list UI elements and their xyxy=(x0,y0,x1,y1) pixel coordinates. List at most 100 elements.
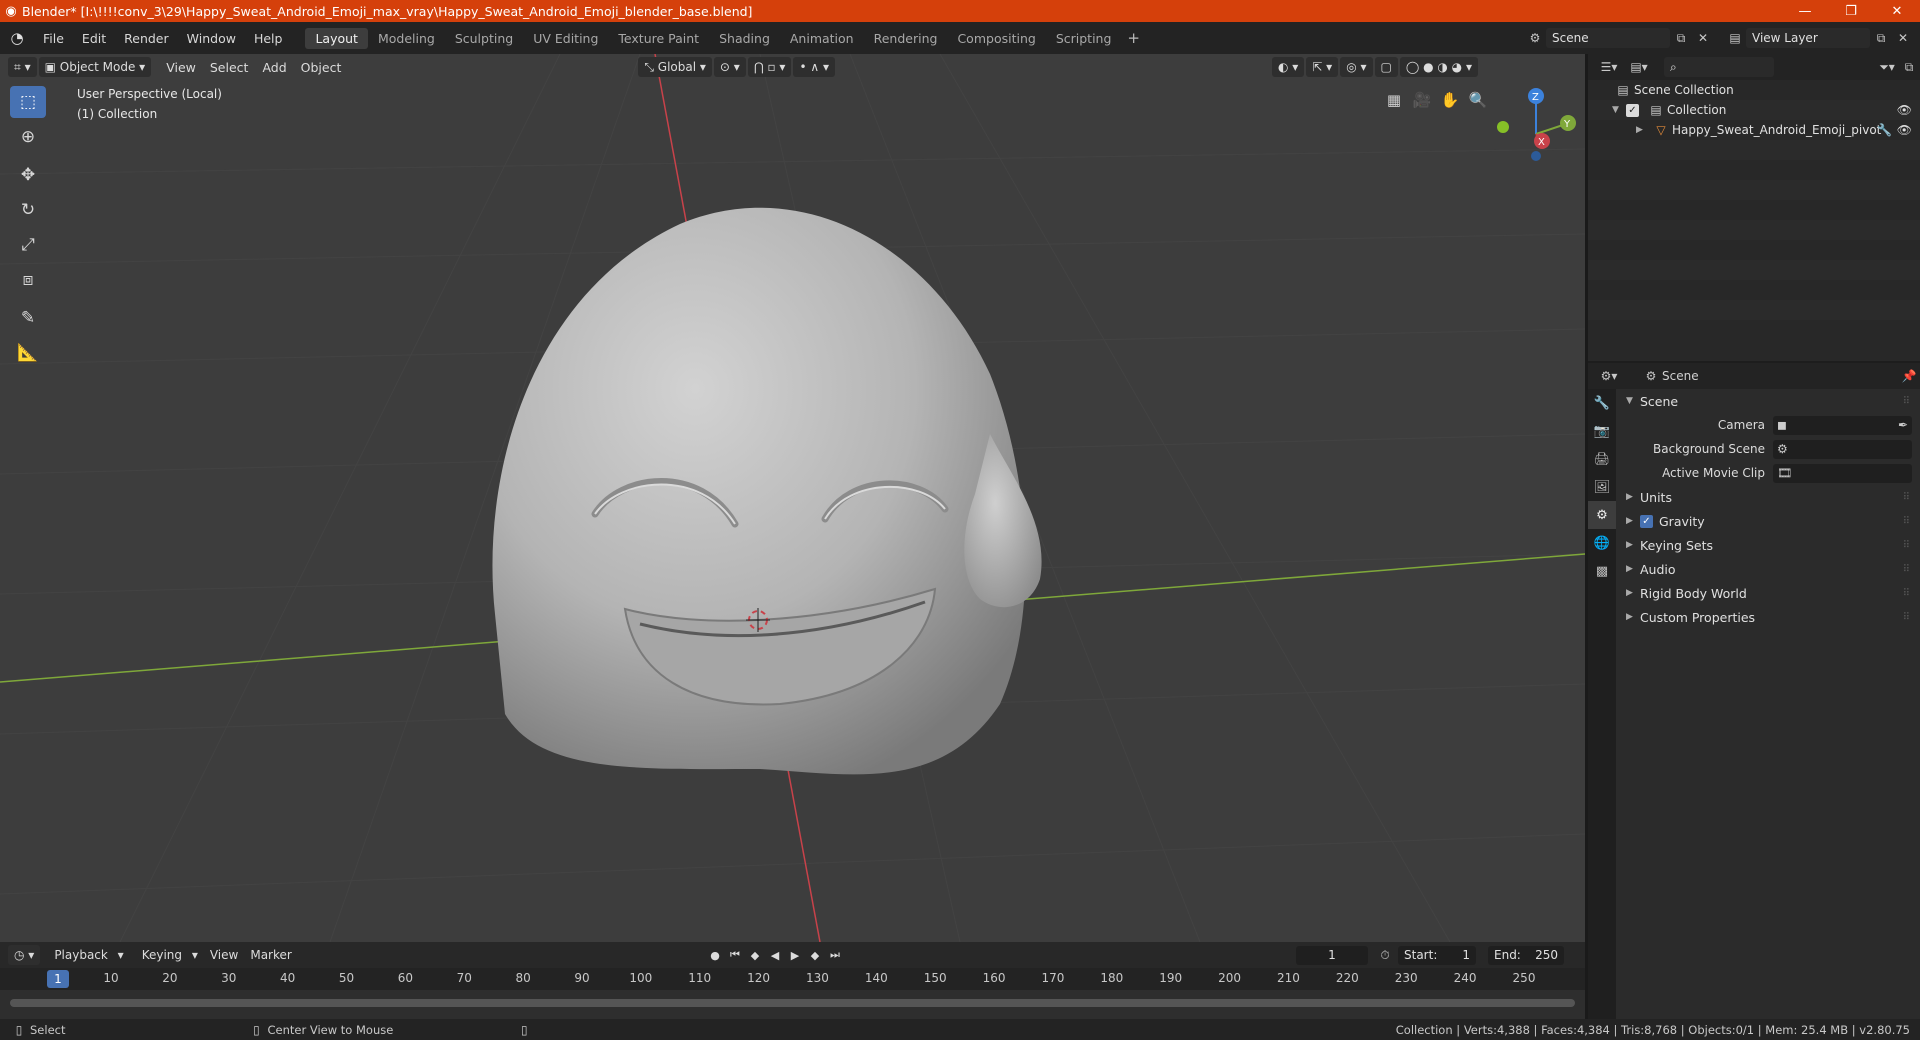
view-layer-icon[interactable]: ▤ xyxy=(1724,28,1746,48)
custom-properties-panel-header[interactable]: ▶ Custom Properties ⠿ xyxy=(1620,605,1916,629)
tab-shading[interactable]: Shading xyxy=(709,28,780,49)
new-view-layer-icon[interactable]: ⧉ xyxy=(1870,28,1892,48)
camera-view-icon[interactable]: 🎥 xyxy=(1408,87,1436,113)
menu-edit[interactable]: Edit xyxy=(73,31,115,46)
new-scene-icon[interactable]: ⧉ xyxy=(1670,28,1692,48)
pivot-point-icon[interactable]: ⊙ ▾ xyxy=(713,57,746,77)
prev-keyframe-icon[interactable]: ◆ xyxy=(745,945,765,965)
view-layer-name-field[interactable]: View Layer xyxy=(1746,28,1870,48)
stopwatch-icon[interactable]: ⏱ xyxy=(1374,945,1396,965)
grid-view-icon[interactable]: ▦ xyxy=(1380,87,1408,113)
rigid-body-world-panel-header[interactable]: ▶ Rigid Body World ⠿ xyxy=(1620,581,1916,605)
tab-animation[interactable]: Animation xyxy=(780,28,864,49)
menu-playback[interactable]: Playback ▾ xyxy=(42,948,129,962)
menu-add[interactable]: Add xyxy=(255,60,293,75)
tab-uv-editing[interactable]: UV Editing xyxy=(523,28,608,49)
properties-editor-icon[interactable]: ⚙▾ xyxy=(1598,366,1620,386)
cursor-tool-icon[interactable]: ⊕ xyxy=(10,121,46,153)
new-collection-icon[interactable]: ⧉ xyxy=(1898,57,1920,77)
tab-sculpting[interactable]: Sculpting xyxy=(445,28,523,49)
background-scene-field[interactable]: ⚙ xyxy=(1773,439,1912,459)
tab-scripting[interactable]: Scripting xyxy=(1046,28,1122,49)
units-panel-header[interactable]: ▶ Units ⠿ xyxy=(1620,485,1916,509)
drag-grip-icon[interactable]: ⠿ xyxy=(1903,492,1910,503)
measure-tool-icon[interactable]: 📐 xyxy=(10,337,46,369)
pin-icon[interactable]: 📌 xyxy=(1898,366,1920,386)
active-movie-clip-field[interactable]: 🎞 xyxy=(1773,463,1912,483)
end-frame-field[interactable]: End: 250 xyxy=(1488,946,1564,965)
annotate-tool-icon[interactable]: ✎ xyxy=(10,302,46,334)
drag-grip-icon[interactable]: ⠿ xyxy=(1903,588,1910,599)
proportional-edit-icon[interactable]: • ∧ ▾ xyxy=(793,57,835,77)
scene-tab-icon[interactable]: ⚙ xyxy=(1588,501,1616,529)
visibility-eye-icon[interactable]: 👁 xyxy=(1897,103,1912,117)
scene-icon[interactable]: ⚙ xyxy=(1524,28,1546,48)
world-tab-icon[interactable]: 🌐 xyxy=(1588,529,1616,557)
drag-grip-icon[interactable]: ⠿ xyxy=(1903,612,1910,623)
outliner-row-scene-collection[interactable]: ▤ Scene Collection xyxy=(1588,80,1920,100)
menu-window[interactable]: Window xyxy=(178,31,245,46)
filter-icon[interactable]: ⏷▾ xyxy=(1876,57,1898,77)
modifier-wrench-icon[interactable]: 🔧 xyxy=(1877,123,1892,137)
visibility-icon[interactable]: ◐ ▾ xyxy=(1271,57,1305,77)
camera-field[interactable]: ◼ ✒ xyxy=(1773,415,1912,435)
play-icon[interactable]: ▶ xyxy=(785,945,805,965)
drag-grip-icon[interactable]: ⠿ xyxy=(1903,540,1910,551)
pan-hand-icon[interactable]: ✋ xyxy=(1436,87,1464,113)
eyedropper-icon[interactable]: ✒ xyxy=(1898,418,1908,432)
view-layer-tab-icon[interactable]: 🖼 xyxy=(1588,473,1616,501)
timeline-scrollbar[interactable] xyxy=(10,999,1575,1007)
tab-layout[interactable]: Layout xyxy=(305,27,368,49)
editor-type-icon[interactable]: ⌗ ▾ xyxy=(8,57,37,77)
playhead[interactable]: 1 xyxy=(47,970,69,988)
record-icon[interactable]: ● xyxy=(705,945,725,965)
scene-panel-header[interactable]: ▼ Scene ⠿ xyxy=(1620,389,1916,413)
outliner-editor-icon[interactable]: ☰▾ xyxy=(1598,57,1620,77)
menu-help[interactable]: Help xyxy=(245,31,292,46)
gravity-checkbox[interactable]: ✓ xyxy=(1640,514,1653,528)
start-frame-field[interactable]: Start: 1 xyxy=(1398,946,1476,965)
close-button[interactable]: ✕ xyxy=(1874,4,1920,19)
tool-tab-icon[interactable]: 🔧 xyxy=(1588,389,1616,417)
drag-grip-icon[interactable]: ⠿ xyxy=(1903,516,1910,527)
gravity-panel-header[interactable]: ▶ ✓ Gravity ⠿ xyxy=(1620,509,1916,533)
menu-view[interactable]: View xyxy=(204,948,244,962)
audio-panel-header[interactable]: ▶ Audio ⠿ xyxy=(1620,557,1916,581)
menu-keying[interactable]: Keying ▾ xyxy=(130,948,204,962)
menu-file[interactable]: File xyxy=(34,31,73,46)
jump-end-icon[interactable]: ⏭ xyxy=(825,945,845,965)
tab-rendering[interactable]: Rendering xyxy=(864,28,948,49)
menu-render[interactable]: Render xyxy=(115,31,178,46)
delete-view-layer-icon[interactable]: ✕ xyxy=(1892,28,1914,48)
restore-button[interactable]: ❐ xyxy=(1828,4,1874,19)
gizmo-toggle-icon[interactable]: ⇱ ▾ xyxy=(1306,57,1339,77)
tab-texture-paint[interactable]: Texture Paint xyxy=(608,28,709,49)
3d-viewport[interactable]: Z Y X ⌗ ▾ ▣ Object Mode ▾ View Select Ad… xyxy=(0,54,1585,942)
menu-view[interactable]: View xyxy=(159,60,203,75)
current-frame-field[interactable]: 1 xyxy=(1296,946,1368,965)
drag-grip-icon[interactable]: ⠿ xyxy=(1903,396,1910,407)
play-reverse-icon[interactable]: ◀ xyxy=(765,945,785,965)
zoom-icon[interactable]: 🔍 xyxy=(1464,87,1492,113)
transform-orientation-dropdown[interactable]: ⤡ Global ▾ xyxy=(638,57,712,77)
expand-triangle-icon[interactable]: ▼ xyxy=(1612,105,1626,115)
select-box-tool-icon[interactable]: ⬚ xyxy=(10,86,46,118)
xray-icon[interactable]: ▢ xyxy=(1374,57,1398,77)
texture-tab-icon[interactable]: ▩ xyxy=(1588,557,1616,585)
transform-tool-icon[interactable]: ⧈ xyxy=(10,264,46,296)
timeline-area[interactable] xyxy=(0,990,1585,1019)
jump-start-icon[interactable]: ⏮ xyxy=(725,945,745,965)
scale-tool-icon[interactable]: ⤢ xyxy=(10,229,46,261)
overlays-icon[interactable]: ◎ ▾ xyxy=(1340,57,1373,77)
shading-modes-icon[interactable]: ◯ ● ◑ ◕ ▾ xyxy=(1399,57,1478,77)
timeline-editor-icon[interactable]: ◷ ▾ xyxy=(8,945,41,965)
display-mode-icon[interactable]: ▤▾ xyxy=(1628,57,1650,77)
menu-marker[interactable]: Marker xyxy=(244,948,297,962)
snap-icon[interactable]: ⋂ ▫ ▾ xyxy=(747,57,792,77)
collection-checkbox[interactable]: ✓ xyxy=(1626,103,1639,117)
menu-select[interactable]: Select xyxy=(203,60,256,75)
move-tool-icon[interactable]: ✥ xyxy=(10,159,46,191)
minimize-button[interactable]: — xyxy=(1782,4,1828,19)
visibility-eye-icon[interactable]: 👁 xyxy=(1897,123,1912,137)
frame-ruler[interactable]: 1 10 20 30 40 50 60 70 80 90 100 110 120 130 140 150 16… xyxy=(0,968,1585,990)
